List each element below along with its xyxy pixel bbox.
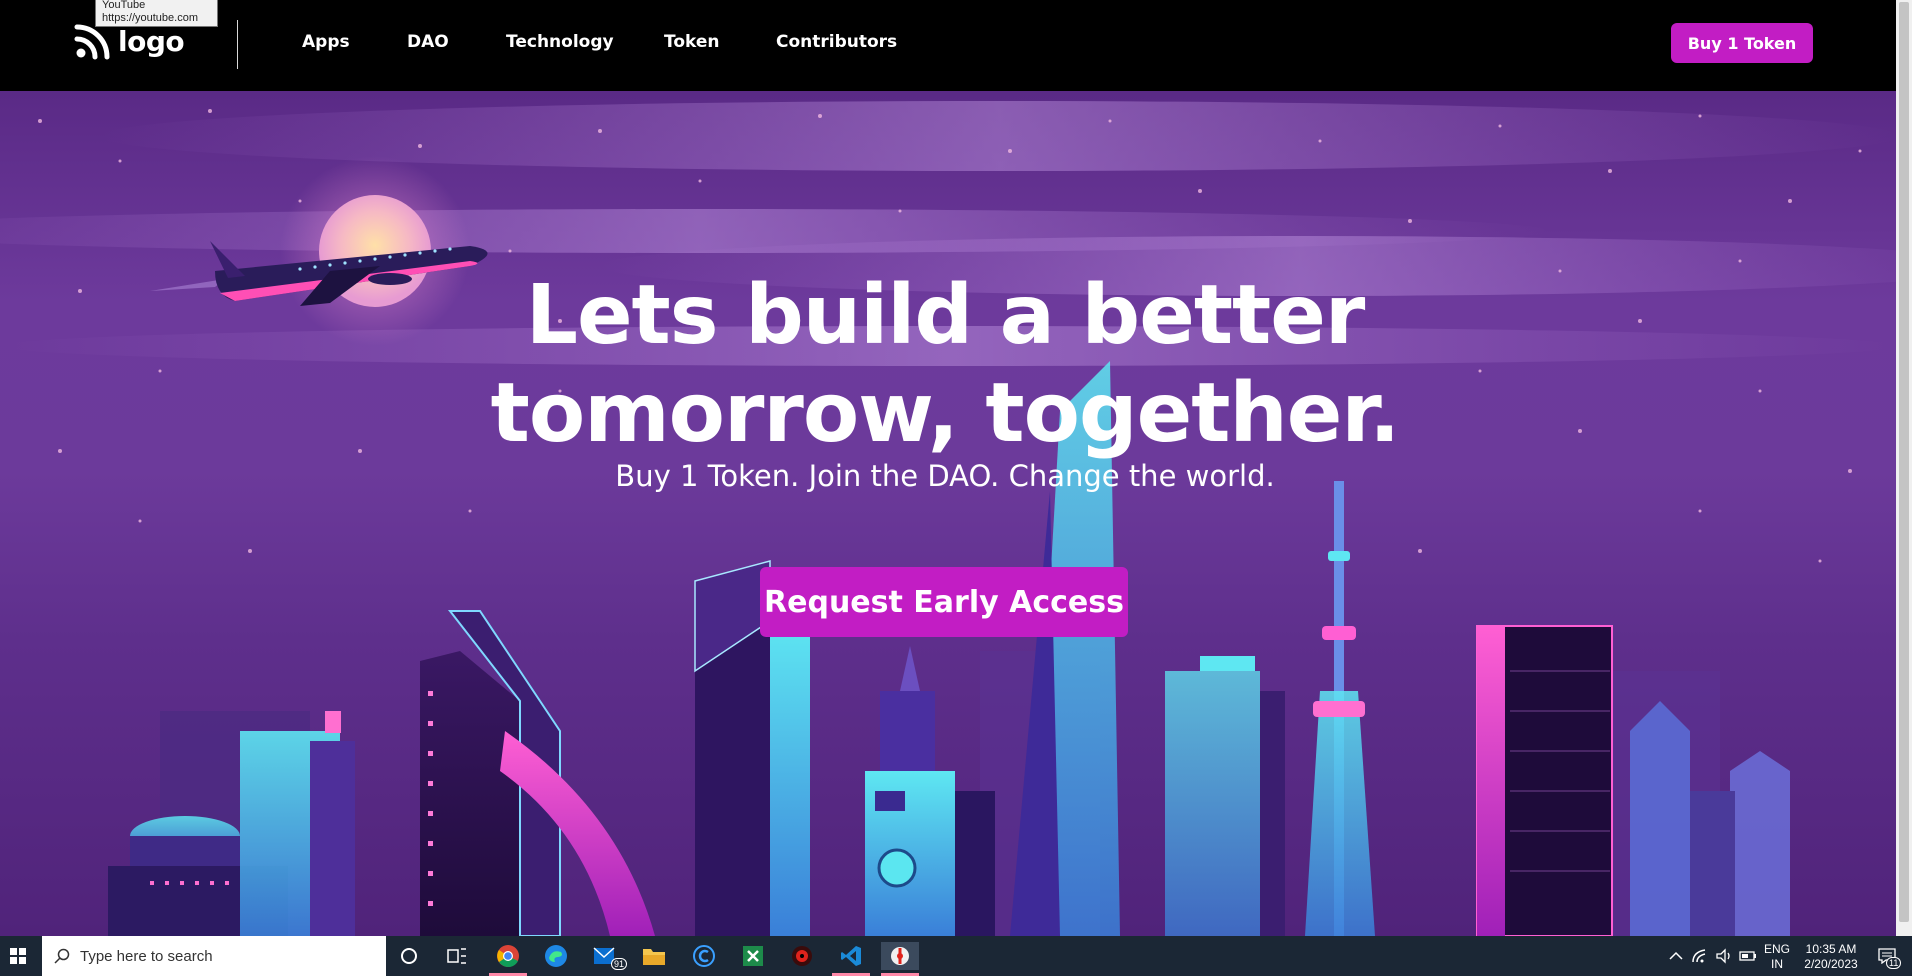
nav-link-technology[interactable]: Technology bbox=[506, 32, 614, 52]
chrome-icon[interactable] bbox=[494, 942, 522, 970]
windows-taskbar: Type here to search 91 ENG IN 10:35 AM 2… bbox=[0, 936, 1912, 976]
hero-headline-line-2: tomorrow, together. bbox=[490, 366, 1401, 461]
language-indicator[interactable]: ENG IN bbox=[1762, 942, 1792, 972]
clock-date: 2/20/2023 bbox=[1804, 957, 1858, 971]
rss-logo-icon bbox=[74, 24, 110, 60]
buy-token-button[interactable]: Buy 1 Token bbox=[1671, 23, 1813, 63]
tooltip-url: https://youtube.com bbox=[102, 12, 198, 24]
top-navbar: logo Apps DAO Technology Token Contribut… bbox=[0, 0, 1896, 91]
figma-app-icon[interactable] bbox=[881, 942, 919, 970]
mail-badge: 91 bbox=[611, 958, 628, 970]
city-skyline-illustration bbox=[0, 101, 1896, 936]
hero-subline: Buy 1 Token. Join the DAO. Change the wo… bbox=[615, 459, 1275, 493]
tooltip-title: YouTube bbox=[102, 0, 146, 11]
search-icon bbox=[54, 948, 70, 964]
red-app-icon[interactable] bbox=[788, 942, 816, 970]
request-early-access-button[interactable]: Request Early Access bbox=[760, 567, 1128, 637]
hero-headline-line-1: Lets build a better bbox=[525, 268, 1366, 363]
vscode-icon[interactable] bbox=[837, 942, 865, 970]
nav-link-contributors[interactable]: Contributors bbox=[776, 32, 897, 52]
excel-icon[interactable] bbox=[739, 942, 767, 970]
clock-time: 10:35 AM bbox=[1805, 942, 1857, 956]
battery-icon[interactable] bbox=[1734, 942, 1762, 970]
task-view-icon[interactable] bbox=[443, 942, 471, 970]
hero-section: Lets build a better tomorrow, together. … bbox=[0, 91, 1896, 936]
taskbar-search-box[interactable]: Type here to search bbox=[42, 936, 386, 976]
file-explorer-icon[interactable] bbox=[640, 942, 668, 970]
nav-divider bbox=[237, 20, 238, 69]
language-line-1: ENG bbox=[1763, 942, 1790, 956]
hero-headline: Lets build a better tomorrow, together. bbox=[0, 267, 1890, 463]
notification-count-badge: 11 bbox=[1886, 957, 1902, 969]
language-line-2: IN bbox=[1771, 957, 1783, 971]
nav-link-apps[interactable]: Apps bbox=[302, 32, 350, 52]
nav-link-token[interactable]: Token bbox=[664, 32, 720, 52]
c-app-icon[interactable] bbox=[690, 942, 718, 970]
clock[interactable]: 10:35 AM 2/20/2023 bbox=[1797, 942, 1865, 972]
site-logo[interactable]: logo bbox=[74, 22, 185, 60]
nav-link-dao[interactable]: DAO bbox=[407, 32, 449, 52]
windows-logo-icon bbox=[10, 948, 26, 964]
page-scrollbar[interactable] bbox=[1896, 0, 1912, 936]
link-tooltip: YouTube https://youtube.com bbox=[95, 0, 218, 27]
edge-icon[interactable] bbox=[542, 942, 570, 970]
search-placeholder: Type here to search bbox=[80, 947, 213, 965]
start-button[interactable] bbox=[0, 936, 36, 976]
scrollbar-thumb[interactable] bbox=[1899, 2, 1909, 922]
logo-text: logo bbox=[118, 24, 185, 58]
cortana-icon[interactable] bbox=[395, 942, 423, 970]
